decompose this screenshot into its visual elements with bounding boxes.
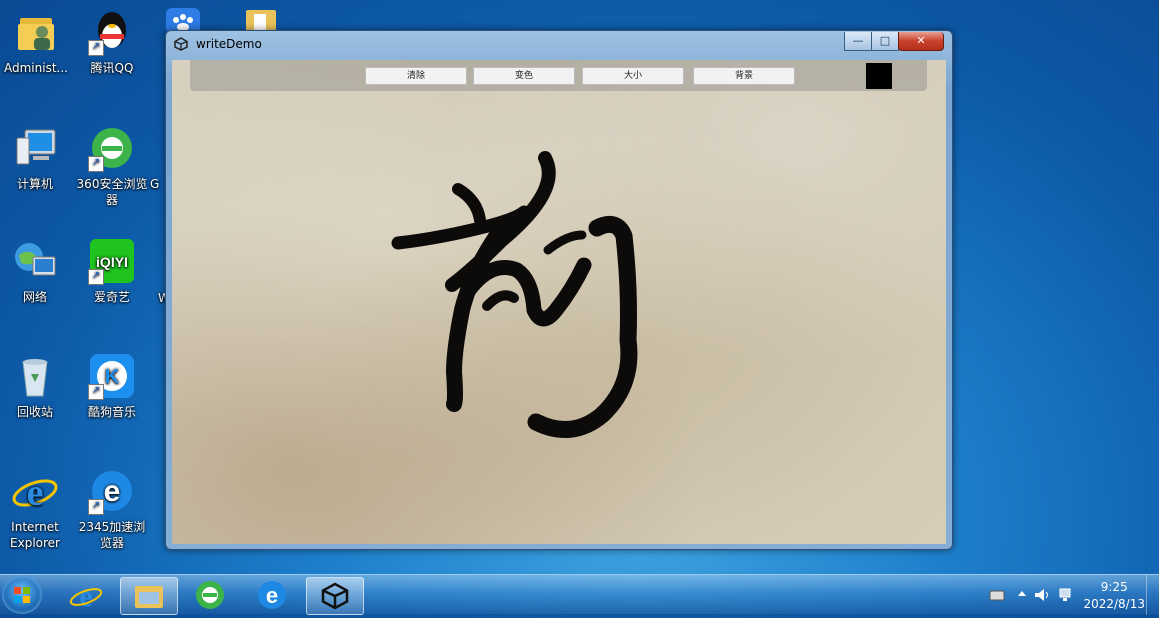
svg-text:e: e (104, 475, 121, 508)
kugou-music-icon: K ↗ (88, 352, 136, 400)
iqiyi-icon: iQIYI ↗ (88, 237, 136, 285)
desktop-icon-label: 网络 (22, 290, 47, 304)
show-desktop-button[interactable] (1146, 575, 1159, 615)
folder-icon (135, 586, 163, 608)
desktop-icon-label: 爱奇艺 (93, 290, 130, 304)
change-color-button[interactable]: 变色 (473, 67, 575, 85)
svg-text:e: e (79, 580, 92, 613)
desktop-icon-2345browser[interactable]: e ↗ 2345加速浏览器 (73, 467, 151, 551)
desktop-icon-label: 酷狗音乐 (87, 405, 136, 419)
desktop-icon-label: 360安全浏览器 (76, 177, 148, 207)
internet-explorer-icon: e (11, 467, 59, 515)
desktop-icon-label: 回收站 (16, 405, 53, 419)
2345-browser-icon: e ↗ (88, 467, 136, 515)
taskbar-unity-writedemo[interactable] (306, 577, 364, 615)
windows-logo-icon (14, 587, 30, 603)
taskbar-360browser[interactable] (182, 577, 238, 613)
clock-time: 9:25 (1100, 580, 1128, 594)
desktop-icon-computer[interactable]: 计算机 (0, 124, 74, 192)
desktop-icon-kugou[interactable]: K ↗ 酷狗音乐 (73, 352, 151, 420)
svg-text:e: e (266, 583, 278, 608)
stroke-8 (543, 230, 587, 255)
qq-penguin-icon: ↗ (88, 8, 136, 56)
volume-icon[interactable] (1033, 587, 1051, 603)
svg-text:iQIYI: iQIYI (96, 254, 128, 270)
shortcut-arrow-icon: ↗ (88, 156, 104, 172)
current-color-swatch[interactable] (866, 63, 892, 89)
recycle-bin-icon (11, 352, 59, 400)
shortcut-arrow-icon: ↗ (88, 269, 104, 285)
network-globe-icon (11, 237, 59, 285)
clock[interactable]: 9:25 2022/8/13 (1083, 579, 1145, 613)
desktop-icon-label: Internet Explorer (10, 520, 60, 550)
start-button[interactable] (2, 576, 42, 614)
size-button[interactable]: 大小 (582, 67, 684, 85)
network-icon[interactable] (1057, 587, 1075, 603)
desktop-icon-label: 2345加速浏览器 (78, 520, 146, 550)
desktop-icon-network[interactable]: 网络 (0, 237, 74, 305)
window-title: writeDemo (196, 37, 262, 51)
desktop-icon-internet-explorer[interactable]: e Internet Explorer (0, 467, 74, 551)
shortcut-arrow-icon: ↗ (88, 40, 104, 56)
brush-strokes (391, 151, 638, 439)
show-hidden-icons-arrow[interactable] (1017, 589, 1027, 599)
desktop-icon-label: G (150, 177, 160, 191)
clock-date: 2022/8/13 (1083, 597, 1145, 611)
svg-text:K: K (105, 366, 120, 388)
stroke-7 (527, 215, 638, 439)
internet-explorer-icon: e (69, 580, 103, 613)
background-button[interactable]: 背景 (693, 67, 795, 85)
unity-logo-icon (174, 37, 188, 51)
shortcut-arrow-icon: ↗ (88, 384, 104, 400)
taskbar-explorer[interactable] (120, 577, 178, 615)
stroke-6 (482, 290, 519, 311)
close-button[interactable]: ✕ (898, 32, 944, 51)
unity-logo-icon (321, 582, 349, 610)
app-window[interactable]: writeDemo — □ ✕ 清除 变色 大小 背景 (165, 30, 953, 550)
svg-text:e: e (27, 472, 44, 514)
shortcut-arrow-icon: ↗ (88, 499, 104, 515)
desktop-icon-label: 腾讯QQ (90, 61, 134, 75)
desktop-icon-iqiyi[interactable]: iQIYI ↗ 爱奇艺 (73, 237, 151, 305)
2345-browser-icon: e (258, 581, 286, 609)
desktop-icon-label: Administ... (4, 61, 68, 75)
desktop-icon-administrator[interactable]: Administ... (0, 8, 75, 76)
stroke-2 (452, 183, 486, 226)
window-titlebar[interactable]: writeDemo — □ ✕ (166, 31, 952, 57)
clear-button[interactable]: 清除 (365, 67, 467, 85)
taskbar: e e 9:25 2022/8/13 (0, 574, 1159, 615)
keyboard-icon[interactable] (989, 587, 1005, 603)
drawing-canvas[interactable]: 清除 变色 大小 背景 (172, 60, 946, 544)
user-folder-icon (12, 8, 60, 56)
maximize-button[interactable]: □ (871, 32, 899, 51)
tool-bar: 清除 变色 大小 背景 (190, 60, 927, 91)
desktop-icon-360browser[interactable]: ↗ 360安全浏览器 (73, 124, 151, 208)
desktop-icon-qq[interactable]: ↗ 腾讯QQ (73, 8, 151, 76)
system-tray: 9:25 2022/8/13 (959, 575, 1159, 615)
360-browser-icon (196, 581, 224, 609)
taskbar-ie[interactable]: e (58, 577, 114, 613)
desktop-icon-partial-g[interactable]: G (150, 176, 164, 192)
360-browser-icon: ↗ (88, 124, 136, 172)
taskbar-2345browser[interactable]: e (244, 577, 300, 613)
desktop-icon-label: 计算机 (16, 177, 53, 191)
minimize-button[interactable]: — (844, 32, 872, 51)
desktop-icon-recycle-bin[interactable]: 回收站 (0, 352, 74, 420)
computer-icon (11, 124, 59, 172)
